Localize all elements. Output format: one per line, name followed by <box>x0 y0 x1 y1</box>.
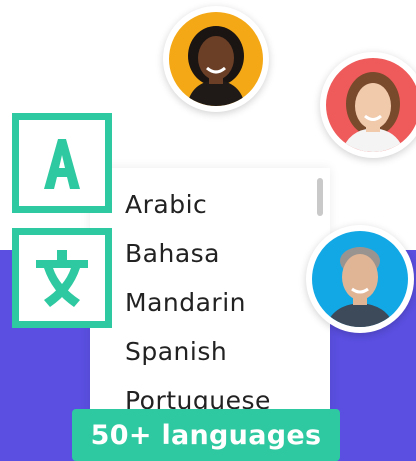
language-item-spanish[interactable]: Spanish <box>125 327 271 376</box>
language-list-card[interactable]: Arabic Bahasa Mandarin Spanish Portugues… <box>90 168 330 428</box>
avatar-woman-red <box>320 52 416 158</box>
translate-chinese-icon <box>12 228 112 328</box>
language-list: Arabic Bahasa Mandarin Spanish Portugues… <box>125 180 271 425</box>
language-item-mandarin[interactable]: Mandarin <box>125 278 271 327</box>
translate-latin-icon <box>12 113 112 213</box>
avatar-man-blue <box>306 225 414 333</box>
language-item-arabic[interactable]: Arabic <box>125 180 271 229</box>
language-item-bahasa[interactable]: Bahasa <box>125 229 271 278</box>
languages-count-badge: 50+ languages <box>72 409 340 461</box>
list-scrollbar[interactable] <box>317 178 323 216</box>
chinese-wen-glyph <box>36 250 88 307</box>
avatar-woman-yellow <box>163 6 269 112</box>
letter-a-glyph <box>44 139 80 189</box>
